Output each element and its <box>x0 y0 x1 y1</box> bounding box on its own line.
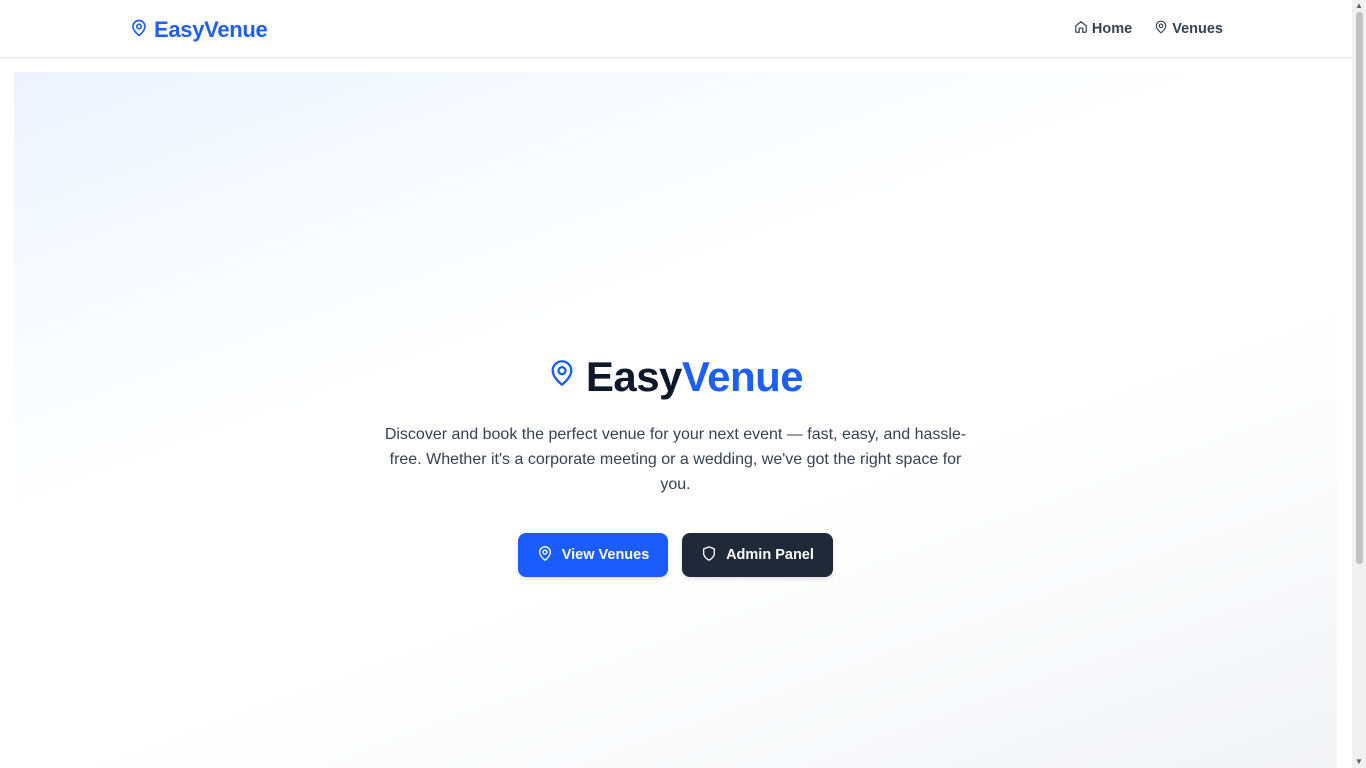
view-venues-button[interactable]: View Venues <box>518 533 668 577</box>
hero-title-venue: Venue <box>681 353 804 400</box>
map-pin-icon <box>537 545 553 566</box>
nav-link-home[interactable]: Home <box>1074 20 1132 38</box>
brand-link[interactable]: EasyVenue <box>130 16 268 44</box>
view-venues-label: View Venues <box>561 547 650 563</box>
scroll-up-icon[interactable]: ▲ <box>1355 2 1363 10</box>
nav-links: Home Venues <box>1074 18 1223 40</box>
scroll-down-icon[interactable]: ▼ <box>1355 758 1363 766</box>
map-pin-icon <box>1154 20 1168 38</box>
brand-name: EasyVenue <box>154 17 268 42</box>
shield-icon <box>701 545 717 566</box>
scrollbar-thumb[interactable] <box>1356 12 1363 564</box>
hero-actions: View Venues Admin Panel <box>518 533 833 577</box>
home-icon <box>1074 20 1088 38</box>
nav-link-home-label: Home <box>1091 21 1133 37</box>
nav-link-venues[interactable]: Venues <box>1154 20 1223 38</box>
hero-title-easy: Easy <box>585 353 683 400</box>
hero-title: EasyVenue <box>548 350 804 404</box>
hero-section: EasyVenue Discover and book the perfect … <box>14 72 1337 768</box>
hero-content: EasyVenue Discover and book the perfect … <box>14 350 1337 577</box>
admin-panel-button[interactable]: Admin Panel <box>682 533 833 577</box>
map-pin-icon <box>548 357 576 397</box>
hero-description: Discover and book the perfect venue for … <box>384 426 967 493</box>
navbar: EasyVenue Home Venues <box>0 0 1352 58</box>
scrollbar[interactable]: ▲ ▼ <box>1352 0 1366 768</box>
nav-link-venues-label: Venues <box>1172 21 1223 37</box>
admin-panel-label: Admin Panel <box>726 547 814 563</box>
map-pin-icon <box>130 17 148 44</box>
